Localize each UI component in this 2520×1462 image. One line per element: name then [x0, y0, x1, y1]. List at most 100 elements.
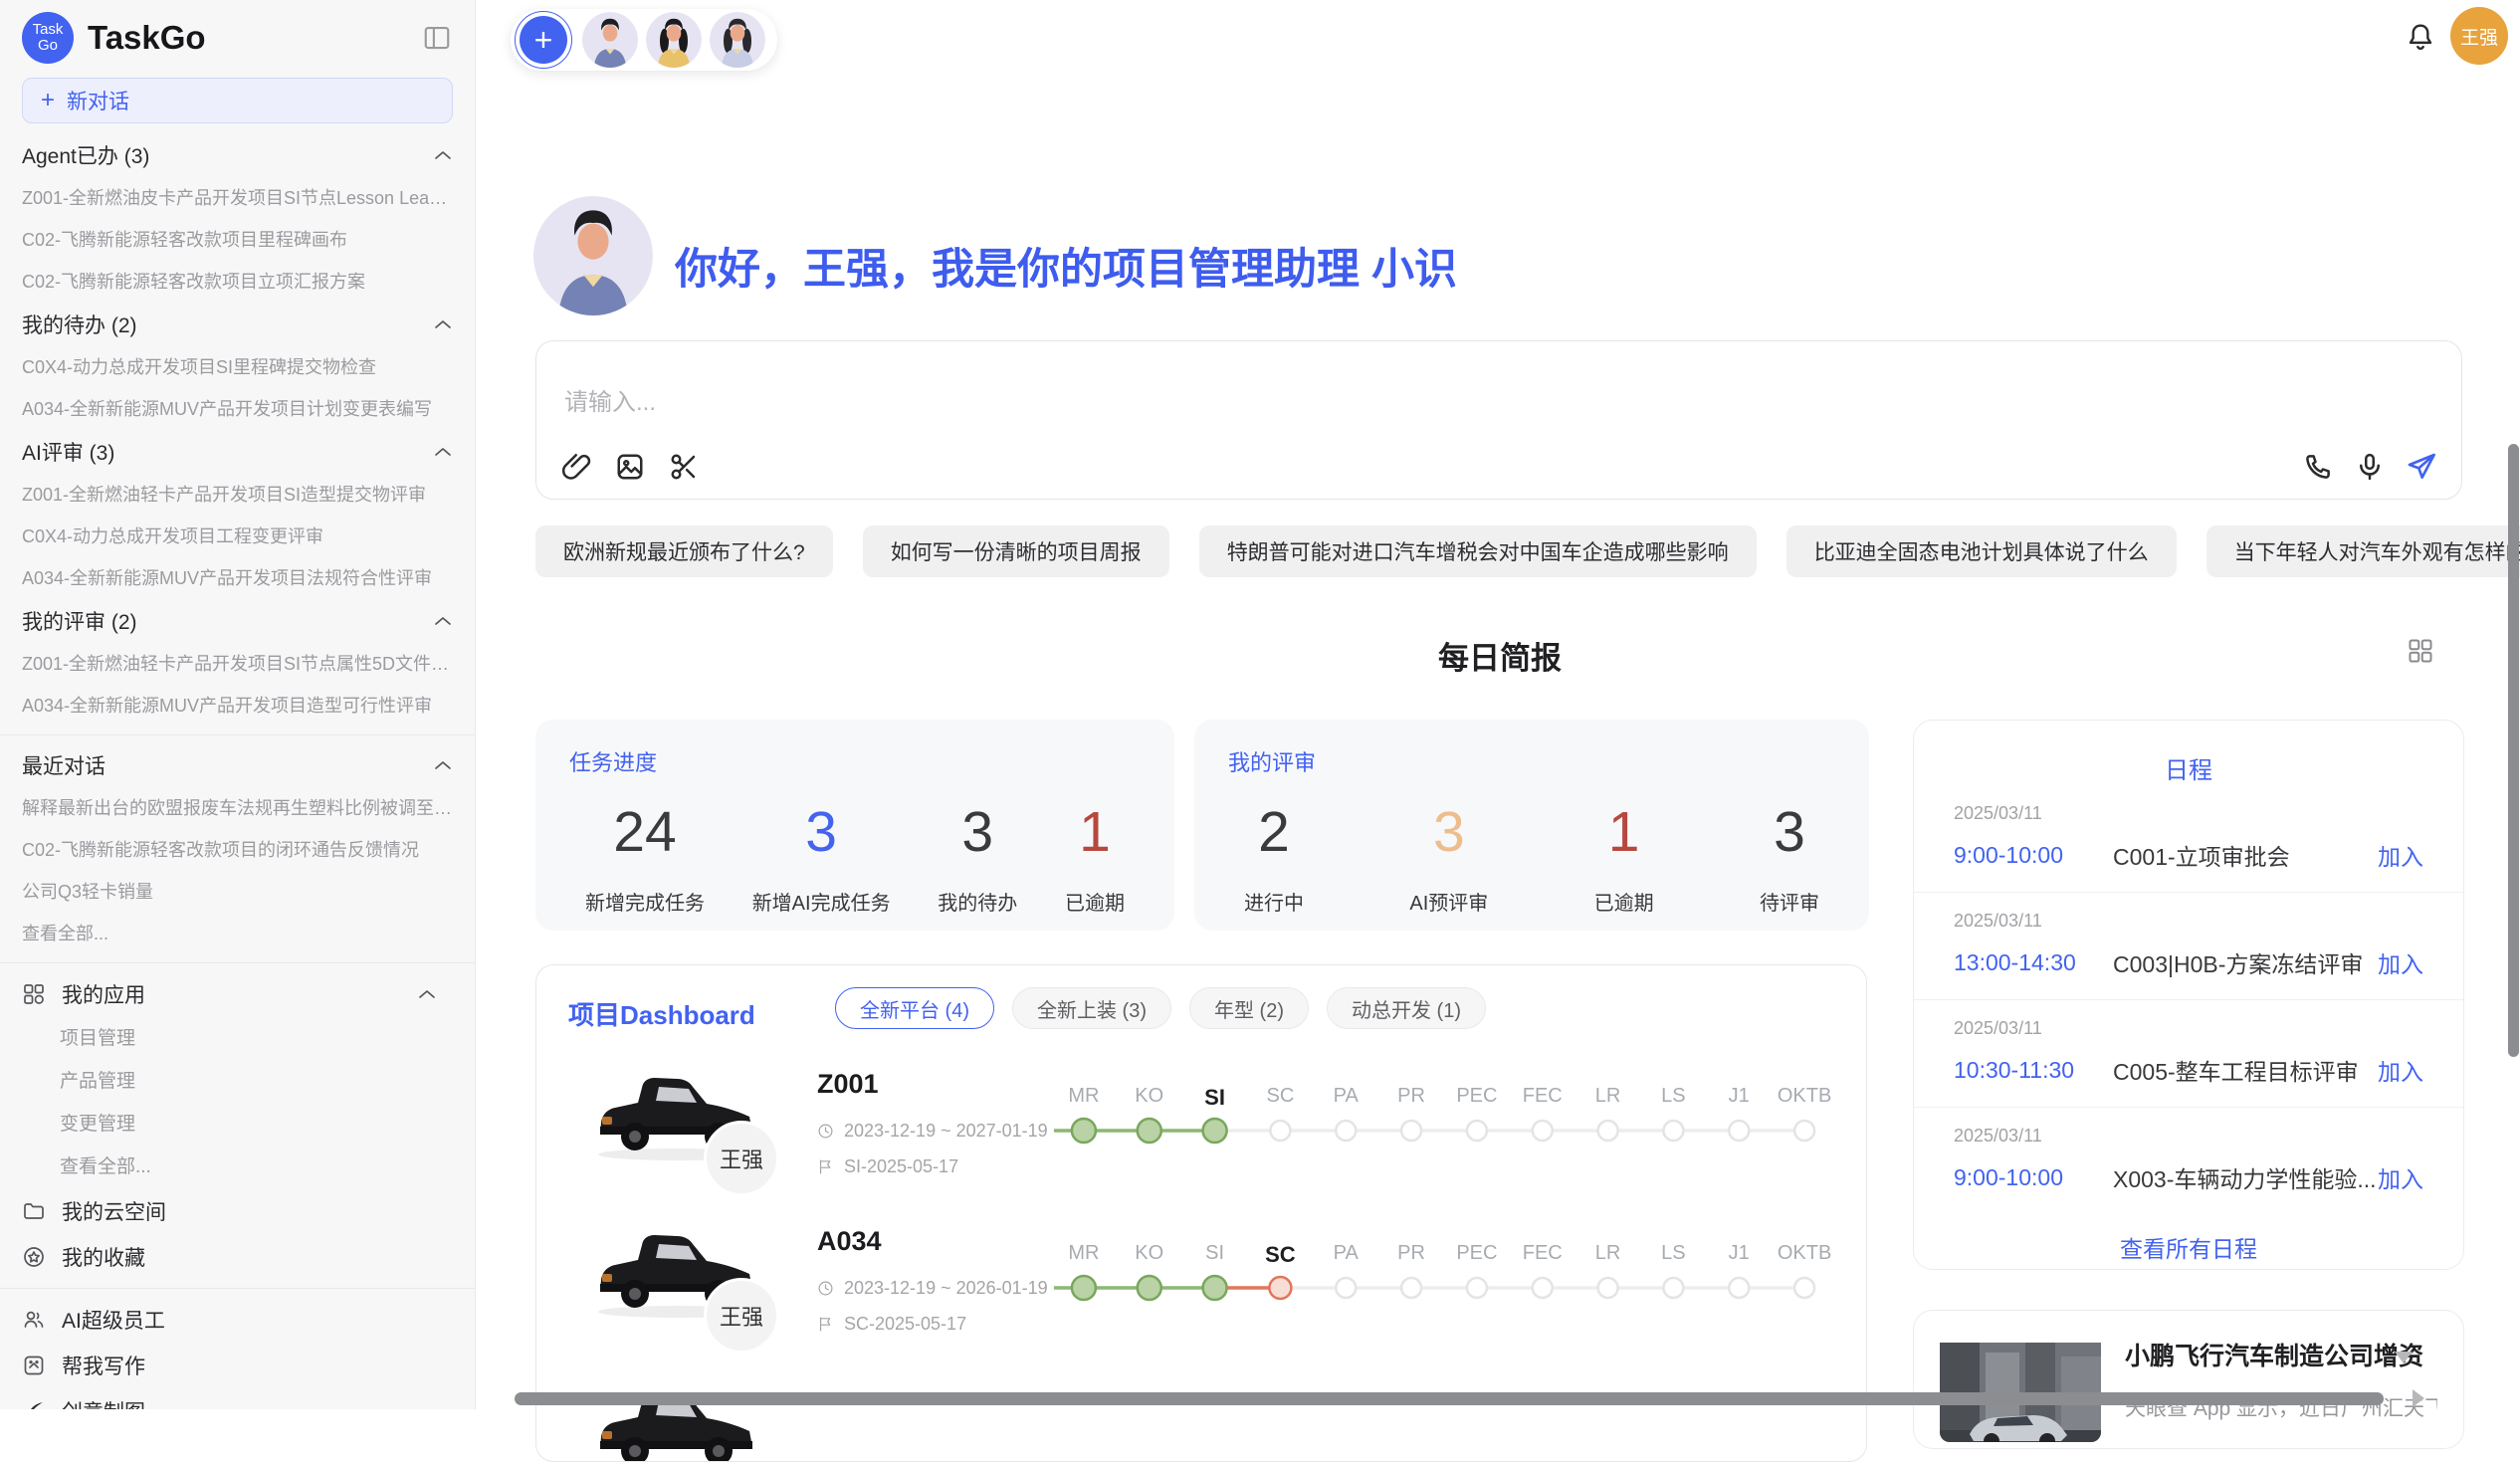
add-session-button[interactable]: +: [515, 11, 572, 69]
project-node-text: SI-2025-05-17: [844, 1156, 958, 1177]
dashboard-tab[interactable]: 动总开发 (1): [1327, 987, 1486, 1029]
app-sub-item[interactable]: 产品管理: [22, 1060, 453, 1103]
event-join-link[interactable]: 加入: [2378, 1053, 2423, 1087]
sidebar-item-cloud-space[interactable]: 我的云空间: [22, 1188, 453, 1234]
divider: [0, 1288, 475, 1289]
sidebar-task-item[interactable]: C02-飞腾新能源轻客改款项目里程碑画布: [22, 219, 453, 261]
event-time: 9:00-10:00: [1954, 1164, 2113, 1191]
milestone-label: FEC: [1510, 1242, 1575, 1265]
folder-icon: [22, 1199, 46, 1223]
sidebar-collapse-icon[interactable]: [421, 22, 453, 54]
project-row[interactable]: 王强Z0012023-12-19 ~ 2027-01-19SI-2025-05-…: [536, 1057, 1867, 1214]
event-date: 2025/03/11: [1954, 911, 2423, 932]
microphone-icon[interactable]: [2354, 451, 2386, 483]
sidebar-task-item[interactable]: Z001-全新燃油皮卡产品开发项目SI节点Lesson Learn报告: [22, 177, 453, 219]
milestone-label: SI: [1182, 1242, 1248, 1265]
sidebar-task-item[interactable]: C0X4-动力总成开发项目SI里程碑提交物检查: [22, 346, 453, 388]
project-code: Z001: [817, 1069, 879, 1100]
send-icon[interactable]: [2406, 451, 2437, 483]
news-card[interactable]: 小鹏飞行汽车制造公司增资 天眼查 App 显示，近日广州汇天飞行汽: [1913, 1310, 2464, 1449]
suggestion-chip[interactable]: 比亚迪全固态电池计划具体说了什么: [1786, 525, 2177, 577]
event-row: 10:30-11:30C005-整车工程目标评审加入: [1954, 1053, 2423, 1087]
sidebar-task-item[interactable]: A034-全新新能源MUV产品开发项目法规符合性评审: [22, 557, 453, 599]
recent-chats-header[interactable]: 最近对话: [22, 743, 453, 787]
my-reviews-card: 我的评审 2进行中3AI预评审1已逾期3待评审: [1194, 720, 1869, 931]
suggestion-chip[interactable]: 欧洲新规最近颁布了什么?: [535, 525, 833, 577]
stats-row: 2进行中3AI预评审1已逾期3待评审: [1228, 803, 1835, 916]
sidebar-task-item[interactable]: A034-全新新能源MUV产品开发项目造型可行性评审: [22, 685, 453, 727]
project-dates: 2023-12-19 ~ 2026-01-19: [817, 1278, 1048, 1299]
recent-chats-title: 最近对话: [22, 750, 433, 780]
project-row[interactable]: 王强A0342023-12-19 ~ 2026-01-19SC-2025-05-…: [536, 1214, 1867, 1371]
dashboard-tab[interactable]: 年型 (2): [1189, 987, 1309, 1029]
event-join-link[interactable]: 加入: [2378, 945, 2423, 979]
chevron-up-icon: [433, 759, 453, 771]
app-sub-item[interactable]: 项目管理: [22, 1017, 453, 1060]
session-avatar-1[interactable]: [582, 12, 638, 68]
milestone-label: LS: [1641, 1085, 1707, 1108]
recent-chat-item[interactable]: C02-飞腾新能源轻客改款项目的闭环通告反馈情况: [22, 829, 453, 871]
sidebar-item-ai-employee[interactable]: AI超级员工: [22, 1297, 453, 1343]
project-owner-avatar: 王强: [704, 1278, 779, 1354]
milestone-track: [1051, 1272, 1837, 1308]
stat-item: 3AI预评审: [1409, 803, 1488, 916]
sidebar-item-creative-draw[interactable]: 创意制图: [22, 1388, 453, 1409]
sidebar-section-header[interactable]: AI评审 (3): [22, 430, 453, 474]
divider: [0, 962, 475, 963]
sidebar-section-header[interactable]: Agent已办 (3): [22, 133, 453, 177]
sidebar-task-item[interactable]: A034-全新新能源MUV产品开发项目计划变更表编写: [22, 388, 453, 430]
suggestion-chip[interactable]: 特朗普可能对进口汽车增税会对中国车企造成哪些影响: [1199, 525, 1757, 577]
project-row[interactable]: [536, 1371, 1867, 1462]
session-avatar-2[interactable]: [646, 12, 702, 68]
recent-chat-item[interactable]: 解释最新出台的欧盟报废车法规再生塑料比例被调至15%...: [22, 787, 453, 829]
sidebar-item-my-apps[interactable]: 我的应用: [22, 971, 453, 1017]
suggestion-chip[interactable]: 如何写一份清晰的项目周报: [863, 525, 1169, 577]
card-title: 我的评审: [1228, 745, 1835, 777]
sidebar-item-favorites[interactable]: 我的收藏: [22, 1234, 453, 1280]
scissors-icon[interactable]: [668, 451, 700, 483]
event-join-link[interactable]: 加入: [2378, 1160, 2423, 1194]
milestone-label: SI: [1182, 1085, 1248, 1111]
sidebar-item-help-write[interactable]: 帮我写作: [22, 1343, 453, 1388]
horizontal-scrollbar[interactable]: [515, 1392, 2384, 1405]
person-illustration: [710, 12, 765, 68]
suggestion-chip[interactable]: 当下年轻人对汽车外观有怎样的喜好趋势: [2206, 525, 2520, 577]
sidebar-task-item[interactable]: C0X4-动力总成开发项目工程变更评审: [22, 516, 453, 557]
app-sub-item[interactable]: 变更管理: [22, 1103, 453, 1146]
schedule-event: 2025/03/119:00-10:00X003-车辆动力学性能验...加入: [1914, 1107, 2463, 1214]
recent-chat-item[interactable]: 公司Q3轻卡销量: [22, 871, 453, 913]
vertical-scrollbar[interactable]: [2508, 444, 2519, 1057]
dashboard-title: 项目Dashboard: [568, 995, 755, 1032]
image-icon[interactable]: [614, 451, 646, 483]
layout-grid-icon[interactable]: [2407, 637, 2434, 665]
phone-call-icon[interactable]: [2302, 451, 2334, 483]
session-avatar-3[interactable]: [710, 12, 765, 68]
app-sub-item[interactable]: 查看全部...: [22, 1146, 453, 1188]
scroll-down-arrow-icon[interactable]: [2395, 1352, 2413, 1363]
attachment-icon[interactable]: [560, 451, 592, 483]
recent-view-all[interactable]: 查看全部...: [22, 913, 453, 954]
my-apps-list: 项目管理产品管理变更管理查看全部...: [22, 1017, 453, 1188]
user-avatar[interactable]: 王强: [2450, 7, 2508, 65]
notification-bell-icon[interactable]: [2405, 20, 2436, 54]
view-all-schedule-link[interactable]: 查看所有日程: [1914, 1230, 2463, 1264]
sidebar-task-item[interactable]: Z001-全新燃油轻卡产品开发项目SI节点属性5D文件评审: [22, 643, 453, 685]
event-time: 9:00-10:00: [1954, 842, 2113, 869]
new-chat-button[interactable]: + 新对话: [22, 78, 453, 123]
event-join-link[interactable]: 加入: [2378, 838, 2423, 872]
sidebar-section-header[interactable]: 我的待办 (2): [22, 303, 453, 346]
scroll-right-arrow-icon[interactable]: [2413, 1389, 2424, 1407]
dashboard-tab[interactable]: 全新平台 (4): [835, 987, 994, 1029]
sidebar-task-item[interactable]: Z001-全新燃油轻卡产品开发项目SI造型提交物评审: [22, 474, 453, 516]
stat-value: 3: [1409, 803, 1488, 863]
milestone-label: KO: [1117, 1242, 1182, 1265]
stat-label: 进行中: [1244, 887, 1304, 916]
dashboard-tab[interactable]: 全新上装 (3): [1012, 987, 1171, 1029]
project-owner-avatar: 王强: [704, 1121, 779, 1196]
stat-value: 3: [1760, 803, 1819, 863]
milestone-label: KO: [1117, 1085, 1182, 1108]
sidebar-task-item[interactable]: C02-飞腾新能源轻客改款项目立项汇报方案: [22, 261, 453, 303]
chat-input[interactable]: [564, 389, 2057, 417]
sidebar-section-header[interactable]: 我的评审 (2): [22, 599, 453, 643]
event-name: C005-整车工程目标评审: [2113, 1053, 2378, 1087]
